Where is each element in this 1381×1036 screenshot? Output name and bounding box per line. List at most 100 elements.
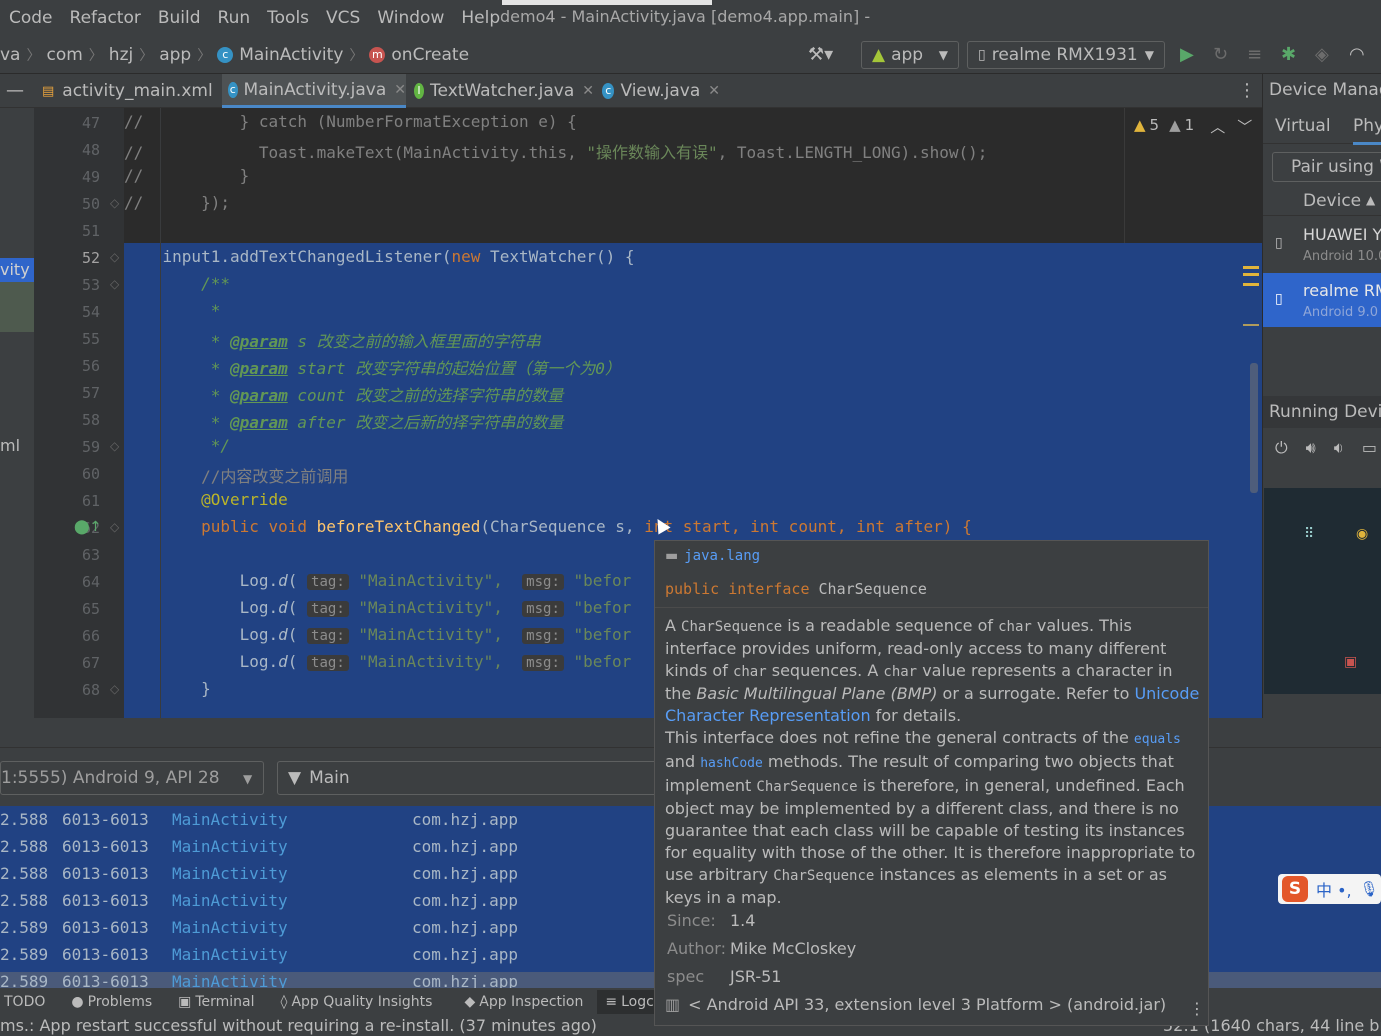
tool-app-inspection[interactable]: App Inspection [479,994,583,1010]
editor-scrollbar[interactable] [1250,363,1258,493]
microphone-icon[interactable]: 🎙︎ [1360,880,1379,898]
tab-textwatcher-java[interactable]: I TextWatcher.java ✕ [408,74,594,108]
profile-icon[interactable]: ◠ [1349,44,1365,65]
tab-virtual[interactable]: Virtual [1275,116,1331,136]
menu-refactor[interactable]: Refactor [61,8,149,28]
tab-mainactivity-java[interactable]: c MainActivity.java ✕ [222,74,406,108]
project-item-highlight [0,282,34,332]
game-icon[interactable]: ◉ [1356,526,1368,542]
phone-icon: ▯ [1275,291,1283,307]
power-icon[interactable]: ⏻ [1275,438,1288,468]
code-term: char [998,619,1032,635]
breadcrumb-oncreate[interactable]: m onCreate [369,45,469,65]
equals-link[interactable]: equals [1134,732,1181,747]
logcat-filter-input[interactable]: ▼ Main [277,761,657,795]
pair-wifi-button[interactable]: Pair using W [1272,152,1381,182]
project-item-activity[interactable]: vity [0,258,34,282]
device-os: Android 10.0 [1303,249,1381,264]
chevron-down-icon[interactable]: ﹀ [1237,116,1252,137]
breadcrumb-app[interactable]: app [159,45,191,65]
class-icon: c [217,46,234,63]
app-icon[interactable]: ▣ [1344,654,1357,670]
error-stripe-mark[interactable] [1243,283,1259,286]
quick-documentation-popup[interactable]: ▬ java.lang public interface CharSequence… [654,540,1209,1026]
attach-debugger-icon[interactable]: ◈ [1315,44,1329,65]
line-number: 60 [81,465,100,483]
minimize-icon[interactable]: — [6,80,24,101]
tab-label: TextWatcher.java [430,81,575,101]
close-icon[interactable]: ✕ [708,83,720,99]
hammer-icon[interactable]: ⚒▾ [808,44,833,65]
device-column-header[interactable]: Device ▲ [1263,186,1381,216]
chevron-up-icon[interactable]: ︿ [1210,116,1225,137]
app-icon[interactable]: ⠿ [1304,526,1314,542]
menu-tools[interactable]: Tools [258,8,317,28]
tool-todo[interactable]: TODO [4,994,45,1010]
phone-icon: ▯ [1275,235,1283,251]
close-icon[interactable]: ✕ [582,83,594,99]
project-item-xml[interactable]: ml [0,436,20,455]
inspection-widget[interactable]: ▲ 5 ▲ 1 ︿ ﹀ [1134,116,1252,137]
error-stripe-mark[interactable] [1243,324,1259,326]
menu-run[interactable]: Run [209,8,259,28]
error-stripe-mark[interactable] [1243,273,1259,276]
line-number: 48 [81,141,100,159]
tab-view-java[interactable]: c View.java ✕ [596,74,720,108]
code-term: char [732,664,767,680]
menu-vcs[interactable]: VCS [317,8,368,28]
error-stripe-mark[interactable] [1243,266,1259,269]
run-config-dropdown[interactable]: ▲ app ▼ [861,41,959,69]
more-options-icon[interactable]: ⋮ [1189,999,1205,1018]
code-line-55: * @param s 改变之前的输入框里面的字符串 [124,332,541,351]
logcat-device-selector[interactable]: 1:5555) Android 9, API 28 ▼ [0,761,264,795]
tool-problems[interactable]: Problems [88,994,153,1010]
fold-icon[interactable]: ◇ [110,520,119,534]
fold-icon[interactable]: ◇ [110,682,119,696]
run-icon[interactable]: ▶ [1180,44,1194,65]
debug-icon[interactable]: ✱ [1281,44,1296,65]
device-screen-mirror[interactable]: ⠿ ◉ ▣ [1264,488,1381,694]
close-icon[interactable]: ✕ [394,82,406,98]
tab-physical[interactable]: Phys [1353,116,1381,145]
device-dropdown[interactable]: ▯ realme RMX1931 ▼ [967,41,1165,69]
more-tabs-icon[interactable]: ⋮ [1238,80,1256,101]
device-name: realme RM [1303,281,1381,300]
line-number: 57 [81,384,100,402]
breadcrumb-java[interactable]: va [0,45,20,65]
code-line-56: * @param start 改变字符串的起始位置（第一个为0） [124,359,621,378]
tab-activity-main-xml[interactable]: ▤ activity_main.xml✕ [36,74,232,108]
fold-icon[interactable]: ◇ [110,439,119,453]
line-number: 58 [81,411,100,429]
volume-up-icon[interactable]: 🔊︎ [1306,438,1316,468]
tool-terminal[interactable]: Terminal [195,994,254,1010]
apply-code-changes-icon[interactable]: ≡ [1247,44,1262,65]
menu-window[interactable]: Window [368,8,452,28]
fold-icon[interactable]: ◇ [110,250,119,264]
breadcrumb-mainactivity[interactable]: c MainActivity [217,45,343,65]
code-term: CharSequence [773,868,875,884]
apply-changes-icon[interactable]: ↻ [1213,44,1228,65]
breadcrumb-com[interactable]: com [46,45,82,65]
override-marker-icon[interactable]: ⬤↑ [74,519,101,535]
tool-app-quality-insights[interactable]: App Quality Insights [291,994,432,1010]
phone-icon: ▯ [978,47,986,63]
code-line-64: Log.d( tag: "MainActivity", msg: "befor [124,571,632,590]
volume-down-icon[interactable]: 🔉︎ [1334,438,1344,468]
code-line-50: // }); [124,193,230,212]
device-row-realme[interactable]: ▯ realme RM Android 9.0 [1263,273,1381,327]
fold-icon[interactable]: ◇ [110,196,119,210]
rotate-icon[interactable]: ▭ [1362,438,1377,468]
menu-code[interactable]: Code [0,8,61,28]
line-number-gutter: 47 48 49 50 51 52 53 54 55 56 57 58 59 6… [34,108,124,718]
ime-toolbar[interactable]: S 中 •, 🎙︎ [1278,874,1381,904]
menu-build[interactable]: Build [149,8,209,28]
interface-icon: I [414,83,425,99]
tab-label: MainActivity.java [243,79,387,100]
popup-package[interactable]: ▬ java.lang [665,548,760,564]
device-row-huawei[interactable]: ▯ HUAWEI Y Android 10.0 [1263,217,1381,271]
breadcrumb-hzj[interactable]: hzj [109,45,133,65]
fold-icon[interactable]: ◇ [110,277,119,291]
hashcode-link[interactable]: hashCode [700,756,763,771]
popup-library[interactable]: ▥ < Android API 33, extension level 3 Pla… [665,995,1166,1014]
package-icon: ▬ [665,548,679,564]
